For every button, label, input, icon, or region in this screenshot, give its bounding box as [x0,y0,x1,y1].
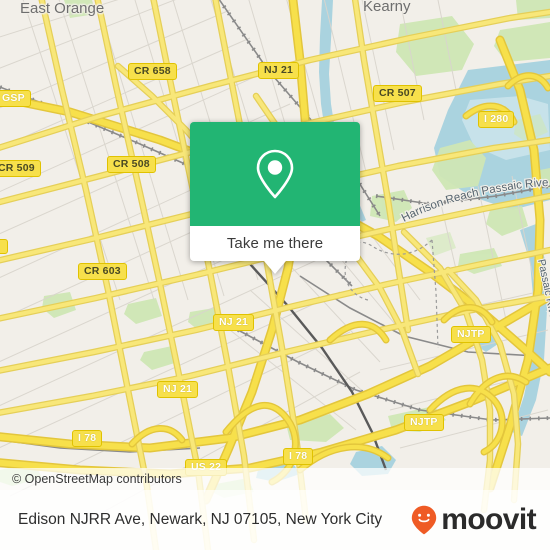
shield-nj-21-lower-label: NJ 21 [163,383,193,395]
shield-cr-509[interactable]: CR 509 [0,160,41,177]
shield-njtp-lower-label: NJTP [410,416,438,428]
shield-cr-508[interactable]: CR 508 [107,156,156,173]
shield-nj-21-top[interactable]: NJ 21 [258,62,300,79]
callout-footer[interactable]: Take me there [190,226,360,274]
shield-i-78-left-label: I 78 [78,432,97,444]
shield-i-78-left[interactable]: I 78 [72,430,103,447]
shield-njtp-upper-label: NJTP [457,328,485,340]
shield-cr-509-label: CR 509 [0,162,35,174]
shield-cr-507[interactable]: CR 507 [373,85,422,102]
shield-cr-603[interactable]: CR 603 [78,263,127,280]
shield-i-78-right-label: I 78 [289,450,308,462]
shield-cr-508-label: CR 508 [113,158,150,170]
shield-gsp[interactable]: GSP [0,90,31,107]
shield-cr-603-label: CR 603 [84,265,121,277]
shield-nj-21-mid[interactable]: NJ 21 [213,314,255,331]
osm-attribution-bar: © OpenStreetMap contributors [0,468,550,490]
shield-njtp-lower[interactable]: NJTP [404,414,444,431]
shield-cr-507-label: CR 507 [379,87,416,99]
callout-pointer-tail [264,261,286,274]
shield-i-78-right[interactable]: I 78 [283,448,314,465]
shield-i-280-label: I 280 [484,113,509,125]
shield-i-280[interactable]: I 280 [478,111,515,128]
shield-cr-658[interactable]: CR 658 [128,63,177,80]
screenshot-root: Harrison Reach Passaic River Passaic Riv… [0,0,550,550]
osm-attribution-text[interactable]: © OpenStreetMap contributors [0,472,182,486]
shield-nj-21-top-label: NJ 21 [264,64,294,76]
moovit-brand[interactable]: moovit [411,503,537,536]
bottom-info-bar: Edison NJRR Ave, Newark, NJ 07105, New Y… [0,490,550,550]
map-pin-icon [256,149,294,199]
place-label-east-orange-text: East Orange [20,0,105,17]
place-label-east-orange: East Orange [20,0,104,17]
place-label-kearny-text: Kearny [363,0,411,15]
moovit-pin-icon [412,505,437,535]
take-me-there-label: Take me there [226,235,324,252]
place-label-kearny: Kearny [363,0,411,15]
shield-nj-21-mid-label: NJ 21 [219,316,249,328]
shield-njtp-upper[interactable]: NJTP [451,326,491,343]
shield-nj-21-lower[interactable]: NJ 21 [157,381,199,398]
shield-cr-658-label: CR 658 [134,65,171,77]
moovit-wordmark: moovit [441,503,536,536]
callout-header [190,122,360,226]
location-callout-card[interactable]: Take me there [190,122,360,274]
address-label: Edison NJRR Ave, Newark, NJ 07105, New Y… [18,511,383,528]
shield-gsp-label: GSP [2,92,25,104]
shield-clip-left[interactable] [0,239,8,254]
